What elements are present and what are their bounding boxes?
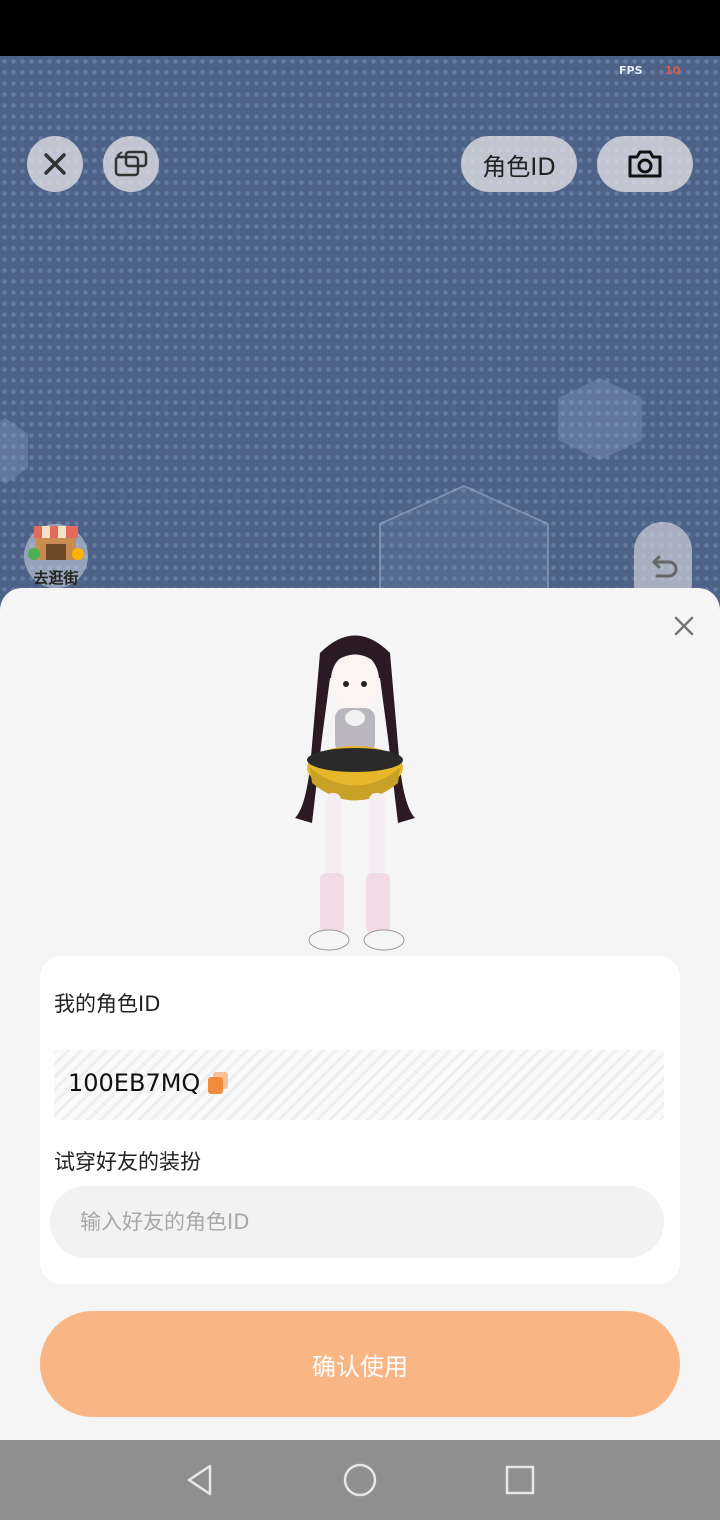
switch-view-button[interactable] [103, 136, 159, 192]
friend-role-id-input[interactable] [50, 1186, 664, 1258]
close-icon [674, 616, 694, 636]
camera-button[interactable] [597, 136, 693, 192]
copy-icon[interactable] [206, 1070, 230, 1096]
close-icon [44, 153, 66, 175]
system-nav-bar [0, 1440, 720, 1520]
my-role-id-value: 100EB7MQ [68, 1069, 201, 1097]
shop-icon [28, 526, 84, 560]
confirm-button[interactable]: 确认使用 [40, 1311, 680, 1417]
hexagon-decoration [0, 418, 28, 484]
hexagon-decoration [558, 378, 642, 460]
camera-icon [628, 150, 662, 178]
close-button[interactable] [27, 136, 83, 192]
switch-view-icon [114, 150, 148, 177]
my-role-id-box: 100EB7MQ [54, 1050, 664, 1120]
try-friend-outfit-label: 试穿好友的装扮 [54, 1150, 201, 1174]
avatar-scene[interactable]: FPS 10 角色ID 去逛街 [0, 56, 720, 616]
role-id-button-label: 角色ID [482, 152, 556, 181]
go-shopping-label: 去逛街 [33, 569, 79, 587]
role-id-sheet: 我的角色ID 100EB7MQ 试穿好友的装扮 确认使用 [0, 588, 720, 1440]
nav-back-button[interactable] [180, 1460, 220, 1500]
nav-recents-button[interactable] [500, 1460, 540, 1500]
confirm-button-label: 确认使用 [312, 1352, 408, 1381]
my-role-id-label: 我的角色ID [54, 992, 161, 1016]
role-id-card: 我的角色ID 100EB7MQ 试穿好友的装扮 [40, 956, 680, 1284]
undo-icon [652, 555, 678, 578]
back-triangle-icon [187, 1464, 212, 1496]
go-shopping-button[interactable]: 去逛街 [24, 524, 88, 588]
avatar-character [295, 635, 415, 951]
home-circle-icon [343, 1463, 377, 1497]
role-id-button[interactable]: 角色ID [461, 136, 577, 192]
fps-label: FPS [619, 64, 643, 77]
fps-value: 10 [665, 64, 681, 77]
sheet-close-button[interactable] [666, 608, 702, 644]
nav-home-button[interactable] [340, 1460, 380, 1500]
status-bar [0, 0, 720, 56]
recents-square-icon [505, 1465, 535, 1495]
